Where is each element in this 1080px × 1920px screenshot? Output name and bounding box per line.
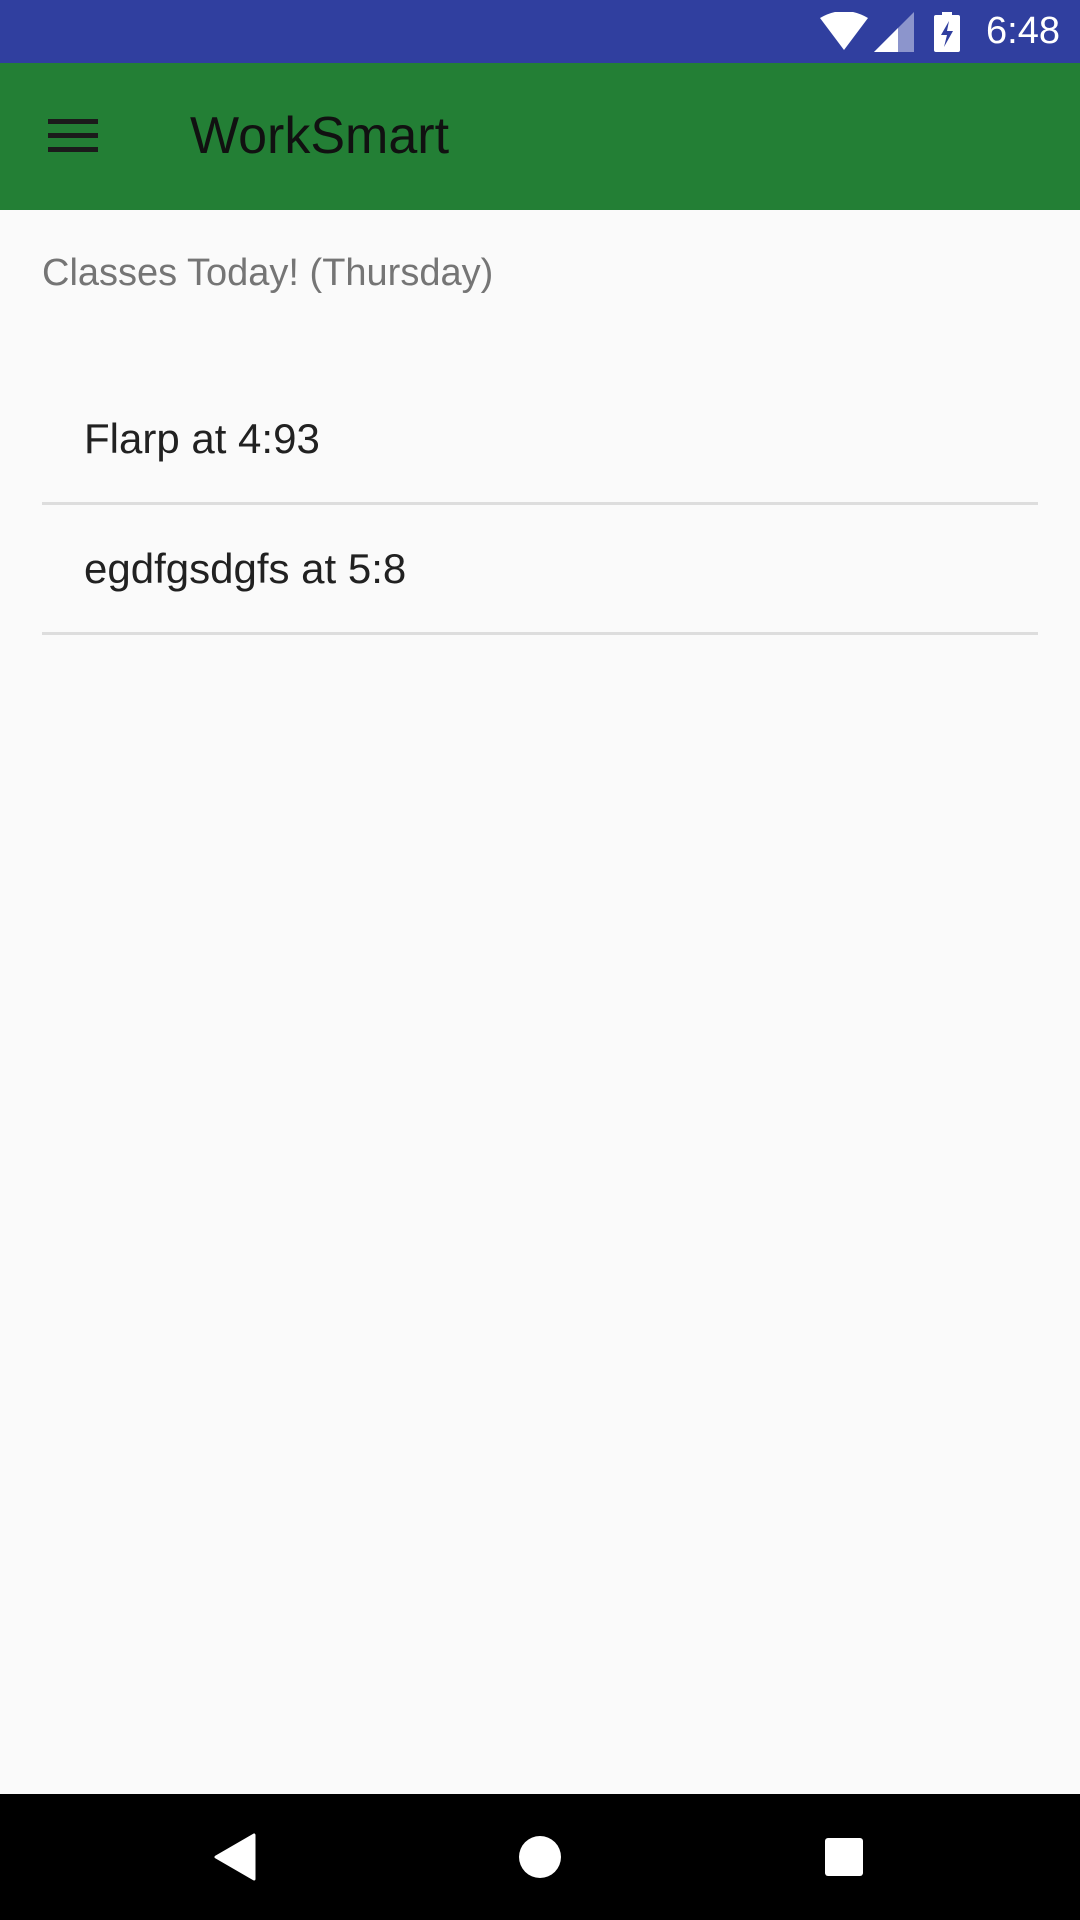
status-time: 6:48 (986, 10, 1060, 52)
status-bar: 6:48 (0, 0, 1080, 63)
wifi-icon (820, 11, 869, 50)
recents-button[interactable] (784, 1794, 904, 1920)
battery-charging-icon (934, 11, 961, 52)
status-icons: 6:48 (820, 0, 1060, 63)
classes-today-header: Classes Today! (Thursday) (42, 252, 494, 294)
class-list-item[interactable]: Flarp at 4:93 (42, 375, 1038, 505)
hamburger-menu-icon (24, 87, 120, 183)
back-icon (214, 1833, 256, 1881)
app-bar: WorkSmart (0, 63, 1080, 210)
recents-icon (825, 1838, 863, 1876)
home-button[interactable] (480, 1794, 600, 1920)
back-button[interactable] (176, 1794, 296, 1920)
cell-signal-icon (874, 11, 915, 52)
app-title: WorkSmart (190, 107, 450, 165)
menu-button[interactable] (24, 87, 120, 183)
class-list-item[interactable]: egdfgsdgfs at 5:8 (42, 505, 1038, 635)
class-list: Flarp at 4:93 egdfgsdgfs at 5:8 (42, 375, 1038, 635)
navigation-bar (0, 1794, 1080, 1920)
home-icon (519, 1836, 561, 1878)
